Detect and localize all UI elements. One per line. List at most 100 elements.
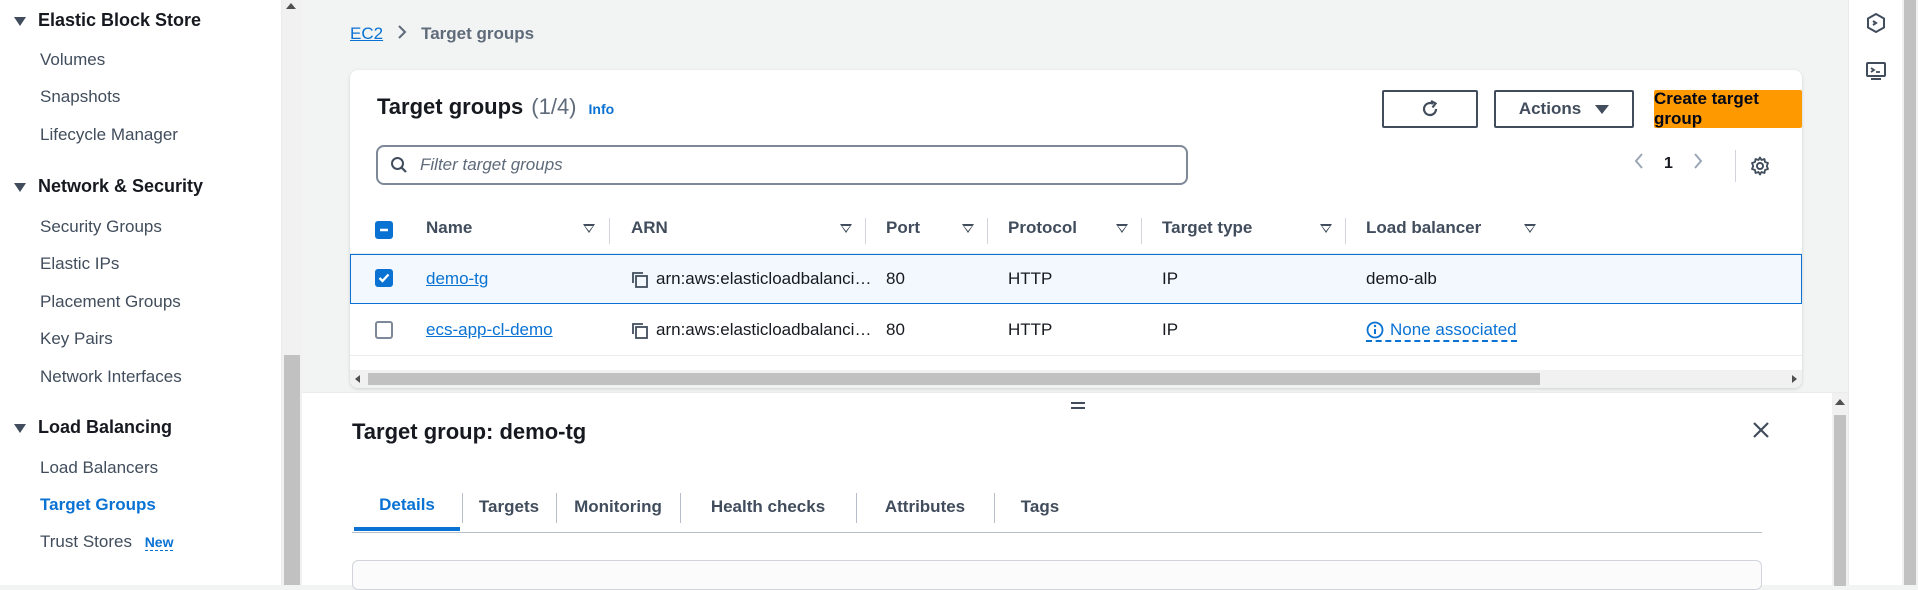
- table-row[interactable]: demo-tg arn:aws:elasticloadbalanci… 80 H…: [350, 254, 1802, 304]
- filter-target-groups-input[interactable]: [418, 154, 1158, 176]
- tab-divider: [680, 493, 681, 523]
- copy-icon[interactable]: [631, 271, 649, 294]
- scroll-up-arrow-icon[interactable]: [286, 3, 296, 9]
- target-group-name-link[interactable]: ecs-app-cl-demo: [426, 320, 553, 340]
- nav-section-network-security[interactable]: Network & Security: [14, 176, 203, 197]
- tab-divider: [856, 493, 857, 523]
- column-divider[interactable]: [1141, 218, 1142, 244]
- sidebar-item-security-groups[interactable]: Security Groups: [40, 217, 162, 237]
- sidebar-item-key-pairs[interactable]: Key Pairs: [40, 329, 113, 349]
- sort-icon[interactable]: [1116, 224, 1128, 233]
- tab-attributes[interactable]: Attributes: [858, 483, 992, 531]
- refresh-button[interactable]: [1382, 90, 1478, 128]
- protocol-value: HTTP: [1008, 269, 1053, 288]
- page-title: Target groups (1/4) Info: [377, 94, 614, 120]
- next-page-chevron-icon[interactable]: [1693, 152, 1703, 175]
- target-group-name-link[interactable]: demo-tg: [426, 269, 488, 289]
- column-header-arn[interactable]: ARN: [631, 218, 668, 238]
- actions-dropdown-button[interactable]: Actions: [1494, 90, 1634, 128]
- sidebar-item-trust-stores[interactable]: Trust Stores New: [40, 532, 174, 552]
- breadcrumb: EC2 Target groups: [350, 24, 534, 44]
- tab-list: Details Targets Monitoring Health checks…: [352, 483, 1762, 533]
- target-type-value: IP: [1162, 320, 1179, 339]
- window-scrollbar-thumb[interactable]: [1904, 0, 1916, 585]
- breadcrumb-ec2-link[interactable]: EC2: [350, 24, 383, 44]
- split-panel-scrollbar-thumb[interactable]: [1834, 415, 1846, 586]
- arn-value: arn:aws:elasticloadbalanci…: [656, 269, 872, 288]
- sidebar-item-elastic-ips[interactable]: Elastic IPs: [40, 254, 119, 274]
- tab-tags[interactable]: Tags: [996, 483, 1084, 531]
- tab-monitoring[interactable]: Monitoring: [558, 483, 678, 531]
- sidebar-item-network-interfaces[interactable]: Network Interfaces: [40, 367, 182, 387]
- cloudshell-hexagon-icon[interactable]: [1865, 12, 1887, 39]
- column-divider[interactable]: [1345, 218, 1346, 244]
- checkmark-icon: [378, 273, 390, 283]
- sidebar-item-target-groups[interactable]: Target Groups: [40, 495, 156, 515]
- sidebar-scrollbar-thumb[interactable]: [284, 355, 300, 585]
- port-value: 80: [886, 320, 905, 339]
- minus-icon: [380, 228, 388, 232]
- filter-field[interactable]: [376, 145, 1188, 185]
- sort-icon[interactable]: [1524, 224, 1536, 233]
- horizontal-scrollbar-thumb[interactable]: [368, 373, 1540, 385]
- arn-value: arn:aws:elasticloadbalanci…: [656, 320, 872, 339]
- sort-icon[interactable]: [962, 224, 974, 233]
- scroll-right-arrow-icon[interactable]: [1790, 374, 1798, 384]
- copy-icon[interactable]: [631, 322, 649, 345]
- actions-label: Actions: [1518, 99, 1582, 118]
- chevron-right-icon: [397, 24, 407, 44]
- info-link[interactable]: Info: [589, 101, 615, 117]
- table-header: Name ARN Port Protocol Target type Load …: [350, 206, 1802, 254]
- nav-section-elastic-block-store[interactable]: Elastic Block Store: [14, 10, 201, 31]
- sidebar-item-load-balancers[interactable]: Load Balancers: [40, 458, 158, 478]
- table-row[interactable]: ecs-app-cl-demo arn:aws:elasticloadbalan…: [350, 306, 1802, 356]
- page-number[interactable]: 1: [1664, 155, 1673, 173]
- row-checkbox[interactable]: [375, 321, 393, 339]
- column-header-target-type[interactable]: Target type: [1162, 218, 1252, 238]
- tab-details[interactable]: Details: [354, 483, 460, 531]
- search-icon: [391, 157, 407, 173]
- protocol-value: HTTP: [1008, 320, 1053, 339]
- close-icon[interactable]: [1752, 421, 1770, 444]
- sort-icon[interactable]: [1320, 224, 1332, 233]
- scroll-up-arrow-icon[interactable]: [1835, 399, 1845, 405]
- breadcrumb-current: Target groups: [421, 24, 535, 43]
- load-balancer-popover-trigger[interactable]: None associated: [1366, 320, 1517, 342]
- scroll-left-arrow-icon[interactable]: [354, 374, 362, 384]
- caret-down-icon: [14, 17, 26, 26]
- horizontal-scrollbar[interactable]: [350, 370, 1802, 388]
- split-panel-title: Target group: demo-tg: [352, 419, 587, 444]
- previous-page-chevron-icon[interactable]: [1634, 152, 1644, 175]
- refresh-icon: [1422, 100, 1438, 117]
- row-checkbox[interactable]: [375, 269, 393, 287]
- column-header-name[interactable]: Name: [426, 218, 472, 238]
- column-divider[interactable]: [609, 218, 610, 244]
- feedback-monitor-icon[interactable]: [1865, 60, 1887, 87]
- column-divider[interactable]: [865, 218, 866, 244]
- settings-gear-icon[interactable]: [1750, 156, 1770, 181]
- column-header-port[interactable]: Port: [886, 218, 920, 238]
- create-target-group-button[interactable]: Create target group: [1654, 89, 1802, 128]
- resize-handle-icon[interactable]: [1069, 399, 1087, 417]
- tab-health-checks[interactable]: Health checks: [682, 483, 854, 531]
- select-all-checkbox[interactable]: [375, 221, 393, 239]
- sort-icon[interactable]: [583, 224, 595, 233]
- none-associated-label: None associated: [1390, 320, 1517, 339]
- caret-down-icon: [14, 424, 26, 433]
- tab-targets[interactable]: Targets: [464, 483, 554, 531]
- sidebar-item-volumes[interactable]: Volumes: [40, 50, 105, 70]
- sidebar-item-placement-groups[interactable]: Placement Groups: [40, 292, 181, 312]
- nav-section-load-balancing[interactable]: Load Balancing: [14, 417, 172, 438]
- sidebar-item-lifecycle-manager[interactable]: Lifecycle Manager: [40, 125, 178, 145]
- sidebar-item-snapshots[interactable]: Snapshots: [40, 87, 120, 107]
- column-header-protocol[interactable]: Protocol: [1008, 218, 1077, 238]
- tab-divider: [462, 493, 463, 523]
- tab-divider: [556, 493, 557, 523]
- selection-count: (1/4): [531, 94, 577, 119]
- column-divider[interactable]: [987, 218, 988, 244]
- new-badge: New: [144, 534, 174, 551]
- nav-section-title: Elastic Block Store: [38, 10, 202, 30]
- sort-icon[interactable]: [840, 224, 852, 233]
- column-header-load-balancer[interactable]: Load balancer: [1366, 218, 1481, 238]
- load-balancer-value: demo-alb: [1366, 269, 1437, 288]
